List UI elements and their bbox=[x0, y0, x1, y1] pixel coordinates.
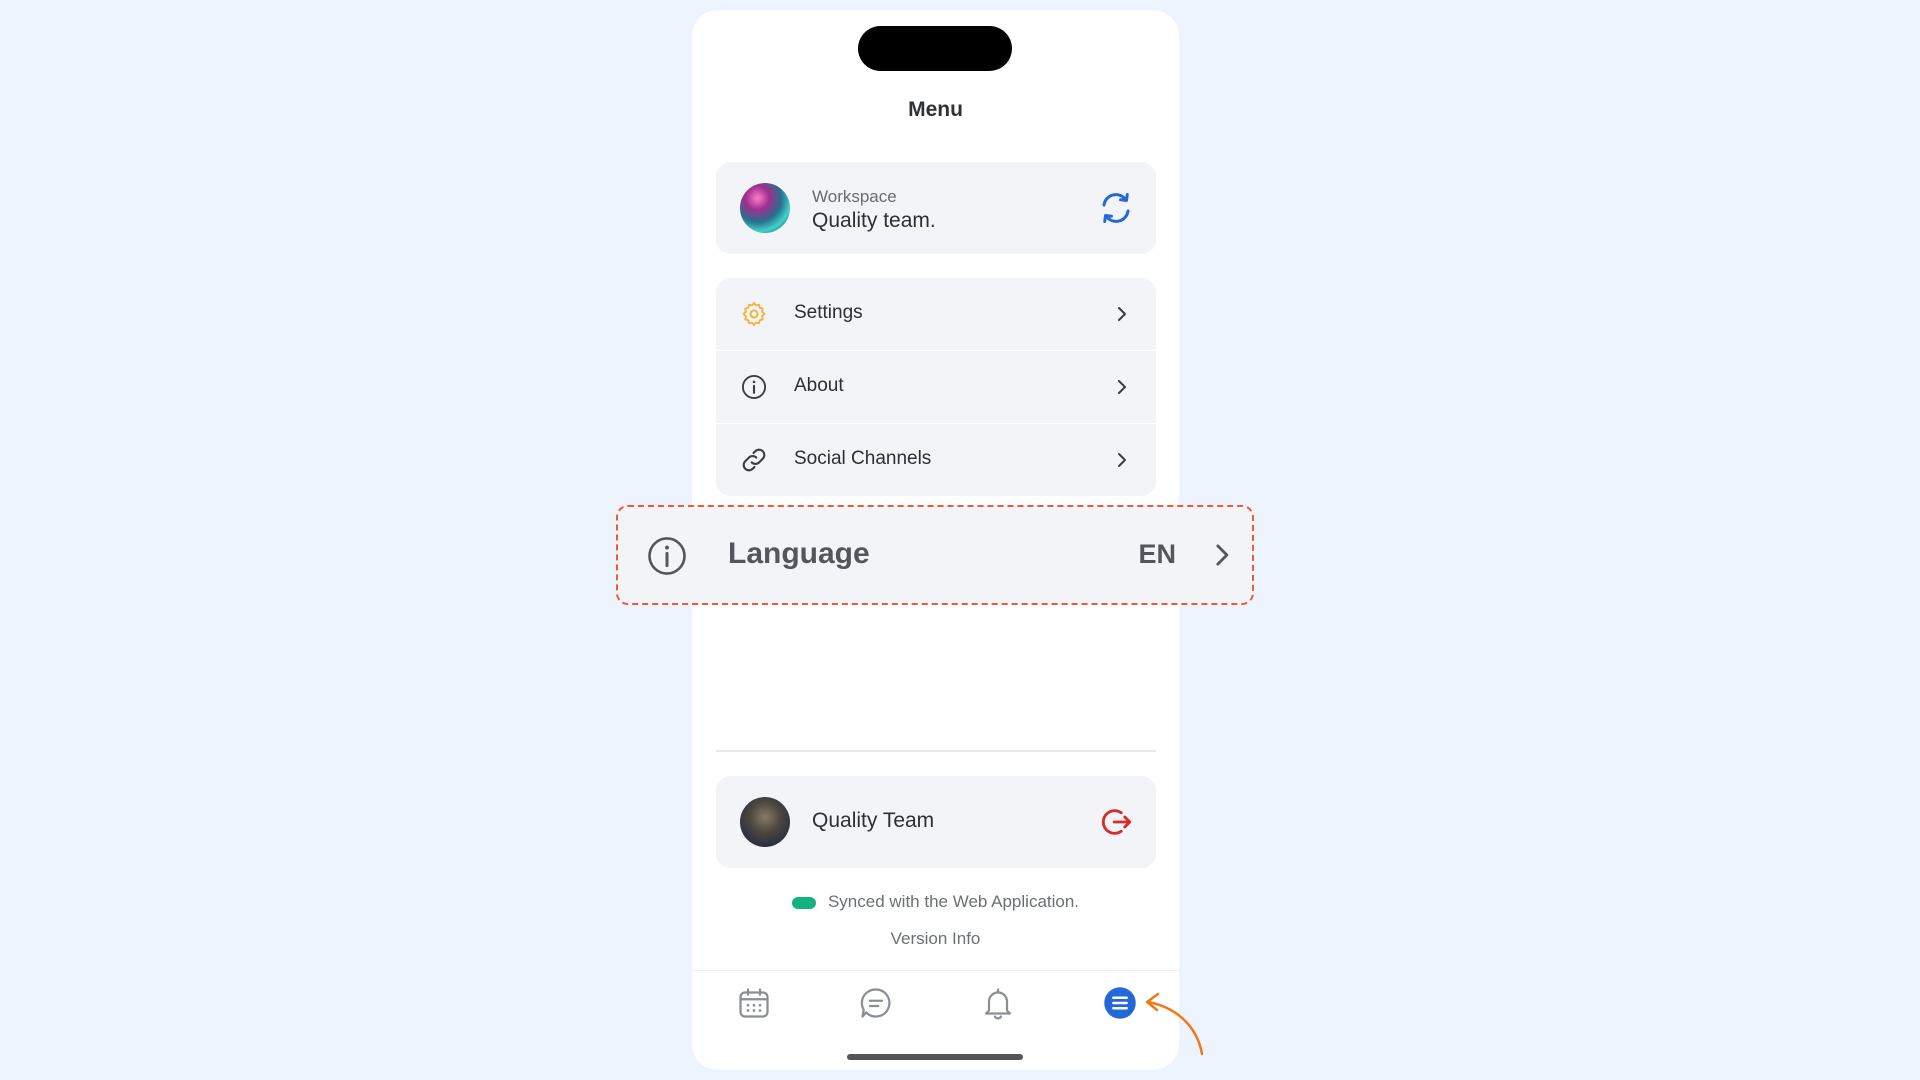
chevron-right-icon bbox=[1216, 544, 1229, 566]
language-value: EN bbox=[1138, 539, 1176, 569]
language-label: Language bbox=[728, 537, 870, 570]
link-icon bbox=[742, 448, 766, 472]
chevron-right-icon bbox=[1118, 307, 1126, 321]
menu-item-label: About bbox=[794, 375, 844, 396]
version-info-link[interactable]: Version Info bbox=[692, 929, 1179, 949]
page-title: Menu bbox=[908, 98, 963, 121]
annotation-arrow-icon bbox=[1145, 992, 1204, 1056]
avatar bbox=[740, 797, 790, 847]
menu-item-label: Settings bbox=[794, 302, 863, 323]
chevron-right-icon bbox=[1118, 380, 1126, 394]
gear-icon bbox=[742, 301, 766, 327]
menu-item-social-channels[interactable]: Social Channels bbox=[716, 424, 1156, 496]
workspace-avatar bbox=[740, 183, 790, 233]
menu-item-settings[interactable]: Settings bbox=[716, 278, 1156, 350]
divider bbox=[716, 750, 1156, 752]
workspace-label: Workspace bbox=[812, 187, 897, 206]
chat-icon[interactable] bbox=[858, 985, 894, 1021]
calendar-icon[interactable] bbox=[736, 985, 772, 1021]
home-indicator bbox=[847, 1054, 1023, 1060]
menu-item-language[interactable]: Language EN bbox=[616, 505, 1254, 605]
logout-icon[interactable] bbox=[1100, 805, 1134, 839]
menu-icon[interactable] bbox=[1102, 985, 1138, 1021]
switch-workspace-icon[interactable] bbox=[1098, 190, 1134, 226]
sync-status-text: Synced with the Web Application. bbox=[827, 892, 1080, 911]
user-card[interactable]: Quality Team bbox=[716, 776, 1156, 868]
user-name: Quality Team bbox=[812, 809, 935, 832]
info-icon bbox=[648, 537, 686, 575]
menu-item-label: Social Channels bbox=[794, 448, 932, 469]
bell-icon[interactable] bbox=[980, 985, 1016, 1021]
chevron-right-icon bbox=[1118, 453, 1126, 467]
menu-item-about[interactable]: About bbox=[716, 351, 1156, 423]
sync-indicator bbox=[791, 896, 816, 909]
dynamic-island bbox=[858, 26, 1012, 71]
tabbar-divider bbox=[692, 970, 1179, 971]
workspace-card[interactable]: Workspace Quality team. bbox=[716, 162, 1156, 254]
workspace-name: Quality team. bbox=[812, 209, 936, 232]
info-icon bbox=[741, 374, 767, 400]
sync-status: Synced with the Web Application. bbox=[692, 892, 1179, 912]
